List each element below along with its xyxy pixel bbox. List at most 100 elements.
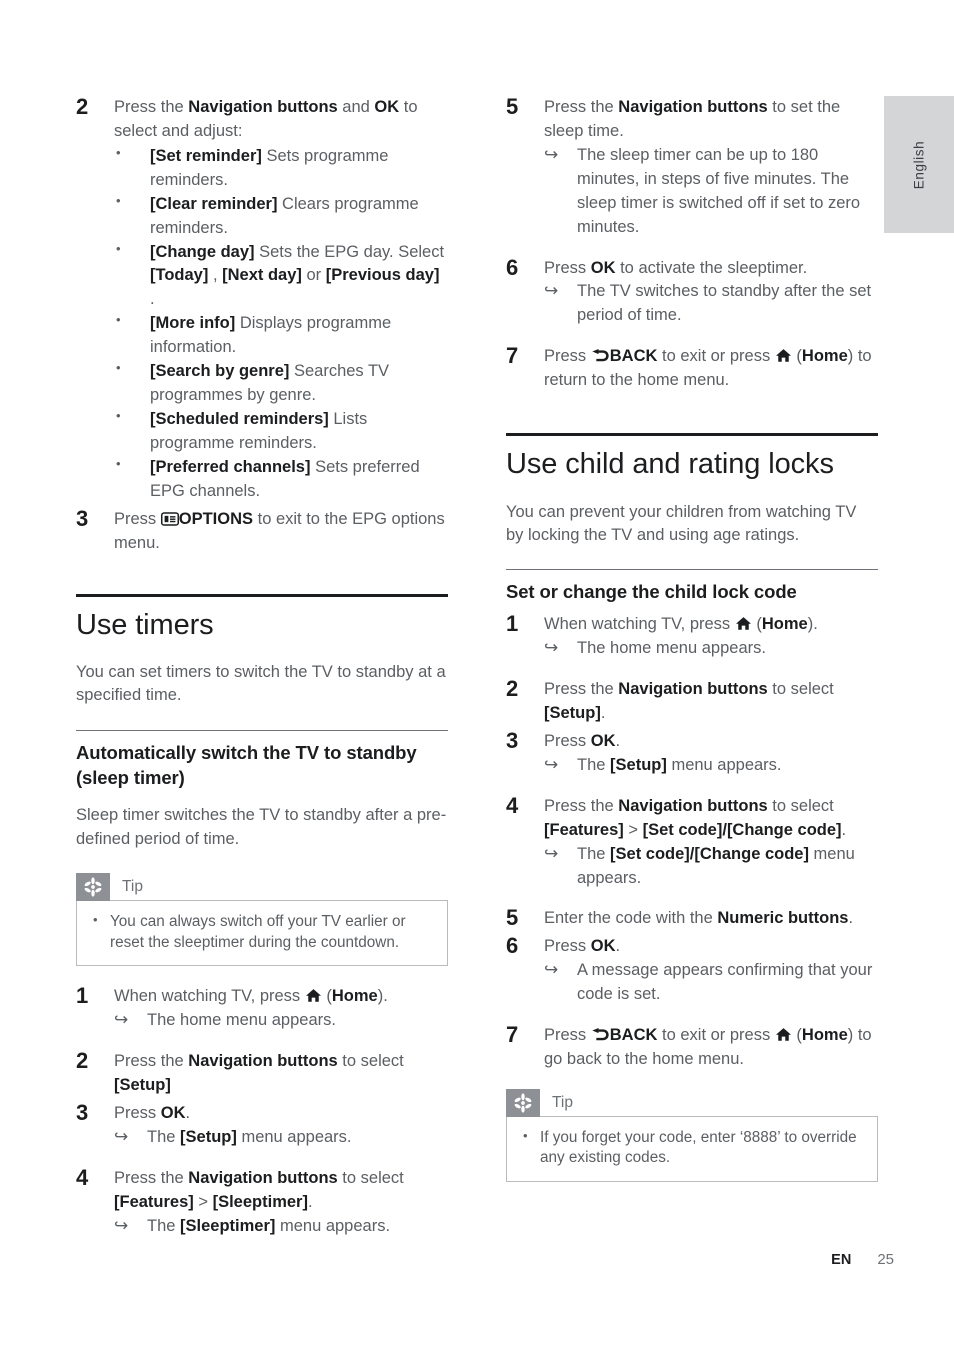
step-text-part: When watching TV, press [544, 615, 735, 634]
result-part: The [147, 1216, 181, 1235]
step-number: 4 [506, 792, 519, 818]
page-footer: EN 25 [76, 1251, 894, 1268]
result-part: menu appears. [666, 755, 782, 774]
menu-term: [Search by genre] [150, 362, 290, 381]
list-item: [More info] Displays programme informati… [114, 311, 448, 360]
step-text: Press BACK to exit or press (Home) to go… [544, 1024, 878, 1072]
step-text-part: Press [544, 937, 591, 956]
step-3b: 3 Press OK. The [Setup] menu appears. [76, 1100, 448, 1150]
menu-term: [Setup] [114, 1075, 171, 1094]
step-2b: 2 Press the Navigation buttons to select… [76, 1048, 448, 1098]
step-number: 1 [506, 611, 519, 637]
menu-term: [Today] [150, 266, 209, 285]
step-text-part: to select [767, 796, 834, 815]
key-options: OPTIONS [178, 509, 254, 528]
home-icon [775, 1027, 792, 1042]
key-home: Home [801, 1026, 848, 1045]
list-item: [Preferred channels] Sets preferred EPG … [114, 455, 448, 504]
step-text-part: ( [751, 615, 762, 634]
step-number: 2 [76, 1048, 89, 1074]
tip-header: Tip [506, 1088, 878, 1117]
step-text-part: to exit or press [657, 347, 775, 366]
step-text-part: to activate the sleeptimer. [615, 258, 808, 277]
step-result: The home menu appears. [544, 636, 878, 661]
language-tab-label: English [911, 140, 927, 189]
step-6b: 6 Press OK. A message appears confirming… [506, 933, 878, 1007]
step-text-part: . [841, 820, 847, 839]
menu-term: [Sleeptimer] [212, 1192, 308, 1211]
step-text-part: Press the [544, 796, 619, 815]
key-ok: OK [590, 731, 616, 750]
left-column: 2 Press the Navigation buttons and OK to… [76, 94, 448, 1243]
step-5b: 5 Enter the code with the Numeric button… [506, 905, 878, 931]
step-text-part: ( [321, 987, 332, 1006]
step-text-part: Press [544, 347, 591, 366]
step-text: When watching TV, press (Home). The home… [114, 985, 448, 1033]
step-3: 3 Press OK. The [Setup] menu appears. [506, 728, 878, 778]
result-part: The [577, 844, 611, 863]
step-4: 4 Press the Navigation buttons to select… [76, 1164, 448, 1239]
home-icon [775, 348, 792, 363]
step-text-part: ( [791, 347, 802, 366]
key-navigation-buttons: Navigation buttons [618, 680, 768, 699]
step-7: 7 Press BACK to exit or press (Home) to … [506, 343, 878, 393]
step-text: Press the Navigation buttons to select [… [114, 1167, 448, 1239]
step-number: 7 [506, 1022, 519, 1048]
menu-term: [Previous day] [325, 266, 440, 285]
key-back: BACK [609, 1026, 658, 1045]
menu-term: [Setup] [180, 1127, 237, 1146]
menu-term: [Next day] [222, 266, 302, 285]
subsection-intro: Sleep timer switches the TV to standby a… [76, 806, 447, 848]
step-number: 4 [76, 1164, 89, 1190]
step-text-part: Press [544, 1026, 591, 1045]
key-ok: OK [160, 1103, 186, 1122]
step-text-part: . [615, 937, 621, 956]
step-text-part: . [600, 704, 606, 722]
step-text-part: Press the [114, 1052, 189, 1071]
step-text-part: > [193, 1192, 213, 1211]
step-text: When watching TV, press (Home). The home… [544, 613, 878, 661]
step-1: 1 When watching TV, press (Home). The ho… [76, 983, 448, 1033]
tip-box: Tip You can always switch off your TV ea… [76, 873, 448, 967]
step-number: 6 [506, 254, 519, 280]
step-number: 2 [506, 676, 519, 702]
page-title-use-timers: Use timers [76, 608, 214, 641]
step-text: Press OK. The [Setup] menu appears. [544, 730, 878, 778]
step-7b: 7 Press BACK to exit or press (Home) to … [506, 1022, 878, 1072]
tip-asterisk-icon [506, 1088, 540, 1117]
tip-body: You can always switch off your TV earlie… [76, 900, 448, 967]
key-navigation-buttons: Navigation buttons [188, 98, 338, 116]
step-number: 5 [506, 905, 519, 931]
tip-label: Tip [552, 1093, 573, 1111]
tip-list: You can always switch off your TV earlie… [91, 911, 433, 953]
step-text-part: and [337, 98, 375, 116]
menu-term: [Features] [544, 820, 624, 839]
step-text: Enter the code with the Numeric buttons. [544, 907, 878, 931]
list-item: [Scheduled reminders] Lists programme re… [114, 407, 448, 456]
section-intro: You can set timers to switch the TV to s… [76, 662, 446, 705]
step-result: The [Setup] menu appears. [114, 1125, 448, 1150]
menu-term: [Setup] [610, 755, 667, 774]
step-text: Press OK. The [Setup] menu appears. [114, 1102, 448, 1150]
key-ok: OK [590, 937, 616, 956]
tip-list: If you forget your code, enter ‘8888’ to… [521, 1127, 863, 1169]
key-ok: OK [374, 98, 400, 116]
key-navigation-buttons: Navigation buttons [188, 1168, 338, 1187]
tip-body: If you forget your code, enter ‘8888’ to… [506, 1115, 878, 1182]
menu-term: [Set code]/[Change code] [642, 820, 842, 839]
menu-term: [Set reminder] [150, 146, 262, 165]
step-4: 4 Press the Navigation buttons to select… [506, 792, 878, 891]
step-text-part: Press the [114, 1168, 189, 1187]
step-text-part: ( [791, 1026, 802, 1045]
page-title-child-rating-locks: Use child and rating locks [506, 448, 834, 481]
step-2: 2 Press the Navigation buttons to select… [506, 676, 878, 726]
step-result: A message appears confirming that your c… [544, 958, 878, 1007]
language-tab: English [884, 96, 954, 233]
step-1: 1 When watching TV, press (Home). The ho… [506, 611, 878, 661]
step-number: 2 [76, 94, 89, 119]
menu-term: [Change day] [150, 242, 255, 261]
epg-options-list: [Set reminder] Sets programme reminders.… [114, 144, 448, 504]
step-result: The [Set code]/[Change code] menu appear… [544, 842, 878, 891]
manual-page: English 2 Press the Navigation buttons a… [0, 0, 954, 1350]
step-6: 6 Press OK to activate the sleeptimer. T… [506, 254, 878, 329]
